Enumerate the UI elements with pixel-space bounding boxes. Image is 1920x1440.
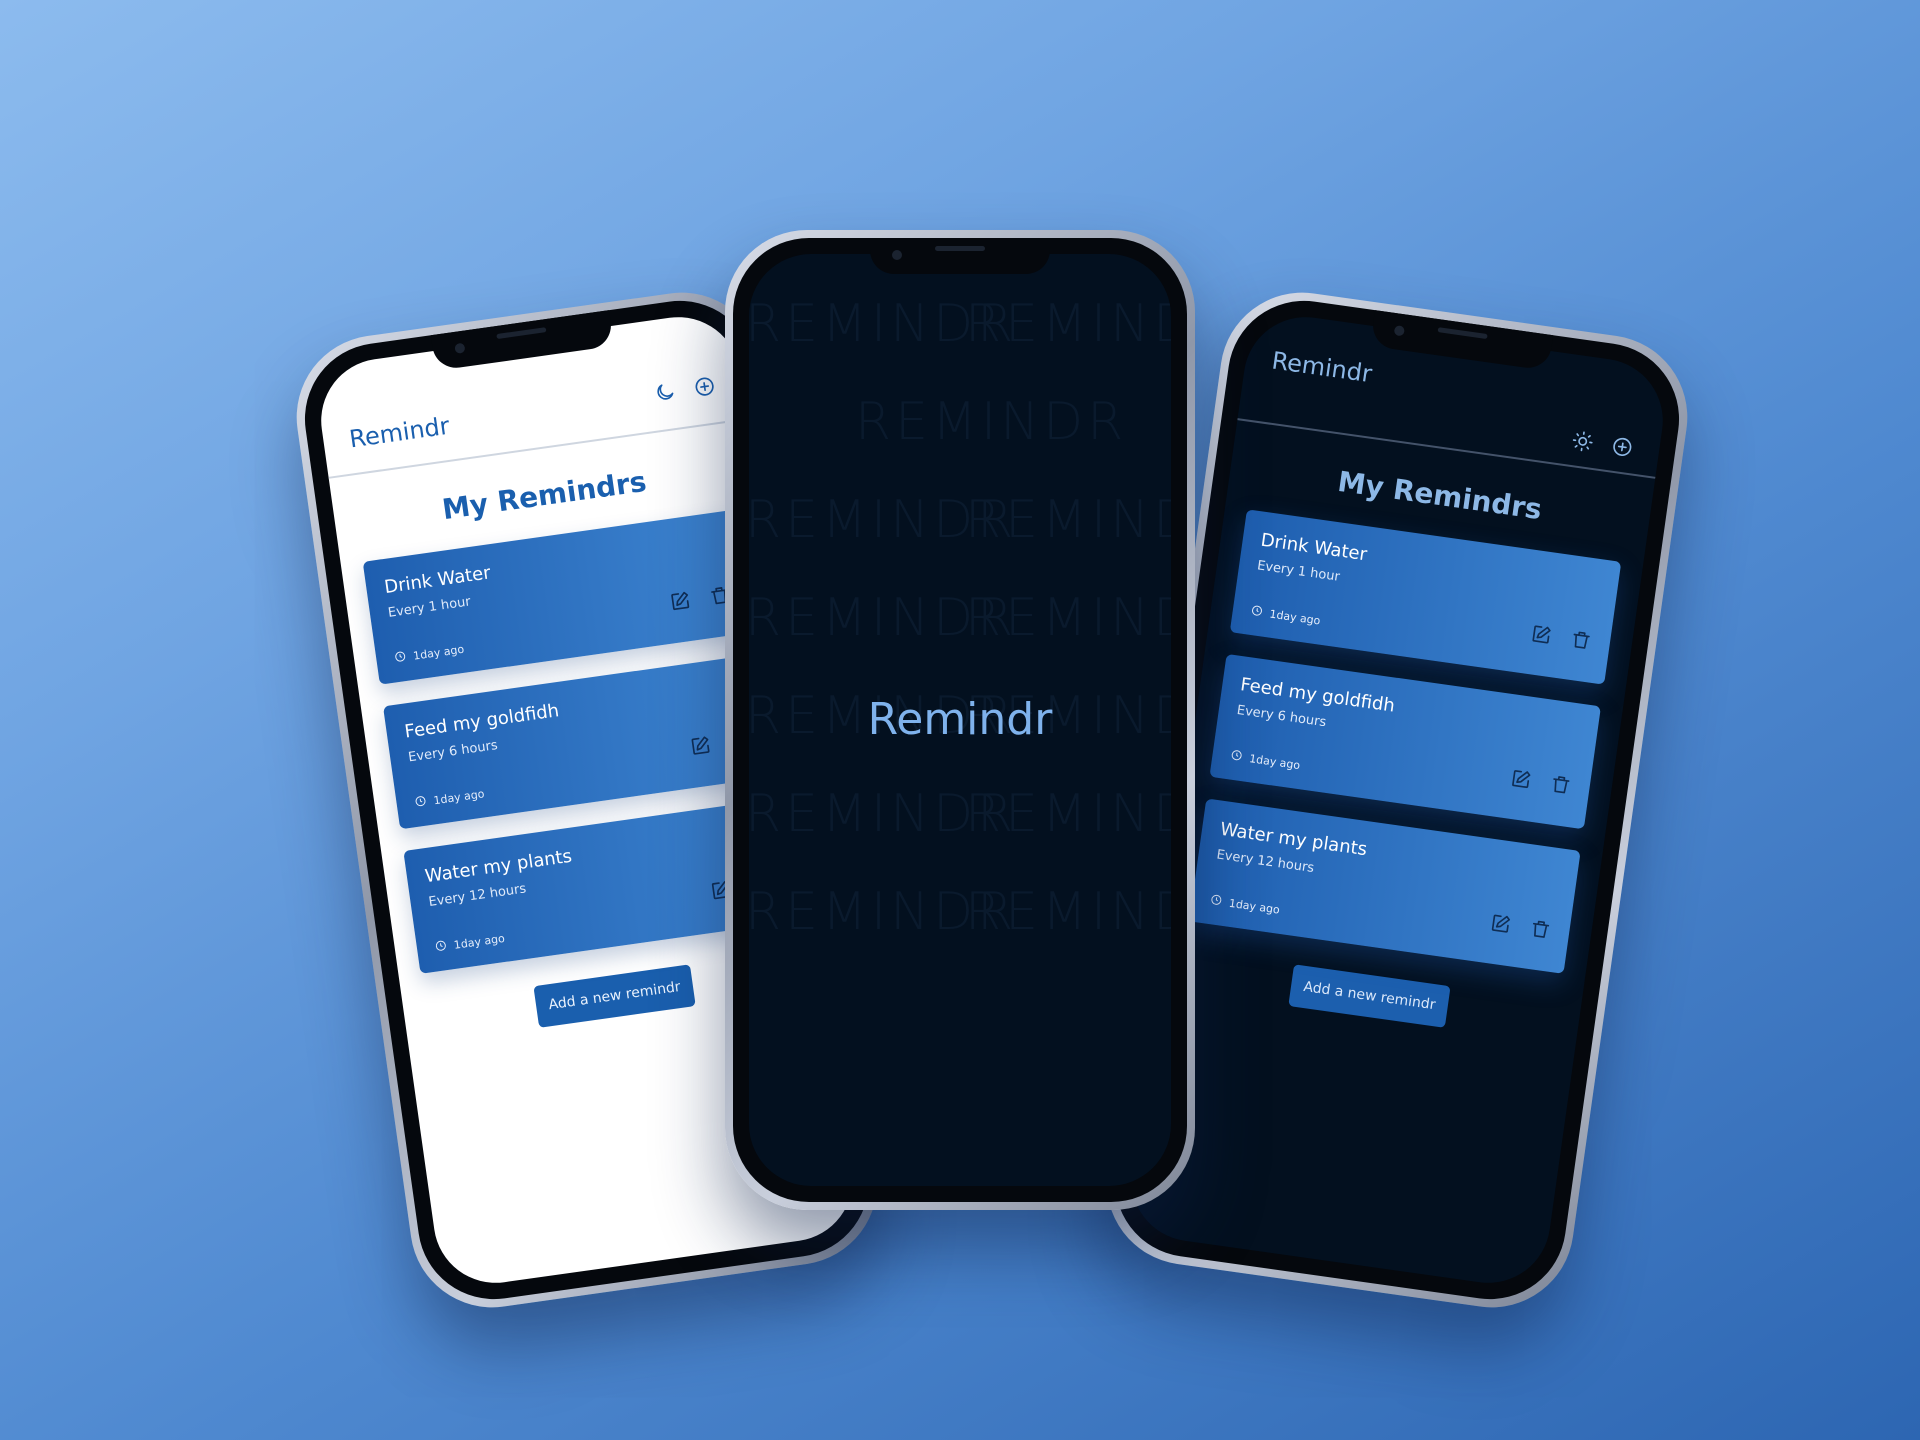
edit-icon[interactable]	[1506, 764, 1535, 793]
reminder-created: 1day ago	[1209, 893, 1281, 918]
edit-icon[interactable]	[1527, 620, 1556, 649]
watermark-text: REMINDR	[965, 882, 1171, 942]
reminder-created: 1day ago	[434, 931, 506, 956]
splash-title: Remindr	[867, 694, 1053, 745]
header-actions	[1568, 427, 1637, 462]
reminder-created-text: 1day ago	[432, 787, 486, 808]
reminder-card[interactable]: Feed my goldfidh Every 6 hours 1day ago	[382, 653, 775, 830]
clock-icon	[434, 939, 448, 956]
trash-icon[interactable]	[1546, 770, 1575, 799]
splash-screen: REMINDR REMINDR REMINDR REMINDR REMINDR …	[749, 254, 1171, 1186]
showcase-scene: Remindr My Remindrs Drink Water Every 1 …	[0, 0, 1920, 1440]
watermark-text: REMINDR	[965, 784, 1171, 844]
trash-icon[interactable]	[1566, 625, 1595, 654]
app-brand: Remindr	[347, 411, 452, 454]
dark-mode-screen: Remindr My Remindrs Drink Water Every 1 …	[1123, 309, 1671, 1291]
clock-icon	[1229, 748, 1243, 765]
phone-bezel: REMINDR REMINDR REMINDR REMINDR REMINDR …	[733, 238, 1187, 1202]
add-reminder-button[interactable]: Add a new remindr	[533, 964, 696, 1028]
plus-circle-icon[interactable]	[1608, 432, 1637, 461]
app-brand: Remindr	[1270, 346, 1374, 389]
reminder-created: 1day ago	[1250, 604, 1322, 629]
watermark-text: REMINDR	[965, 490, 1171, 550]
add-reminder-button[interactable]: Add a new remindr	[1288, 964, 1451, 1028]
reminder-created: 1day ago	[414, 786, 486, 811]
reminder-created-text: 1day ago	[1248, 752, 1301, 773]
moon-icon[interactable]	[650, 377, 679, 406]
reminder-card[interactable]: Drink Water Every 1 hour 1day ago	[1229, 509, 1622, 685]
reminder-list: Drink Water Every 1 hour 1day ago Feed m…	[1167, 506, 1643, 977]
header-actions	[650, 372, 719, 407]
clock-icon	[1209, 893, 1223, 910]
reminder-created-text: 1day ago	[1228, 896, 1281, 917]
watermark-text: REMINDR	[965, 294, 1171, 354]
watermark-text: REMINDR	[855, 392, 1128, 452]
reminder-actions	[1527, 620, 1596, 655]
reminder-actions	[1506, 764, 1575, 799]
edit-icon[interactable]	[1486, 909, 1515, 938]
phone-splash: REMINDR REMINDR REMINDR REMINDR REMINDR …	[725, 230, 1195, 1210]
reminder-created-text: 1day ago	[1268, 607, 1322, 628]
edit-icon[interactable]	[686, 731, 715, 760]
watermark-text: REMINDR	[965, 588, 1171, 648]
reminder-created-text: 1day ago	[412, 642, 465, 663]
clock-icon	[414, 794, 428, 811]
sun-icon[interactable]	[1568, 427, 1597, 456]
edit-icon[interactable]	[666, 586, 695, 615]
phone-notch	[870, 238, 1050, 274]
trash-icon[interactable]	[1526, 915, 1555, 944]
reminder-created: 1day ago	[1229, 748, 1301, 773]
clock-icon	[393, 650, 407, 667]
reminder-actions	[1486, 909, 1555, 944]
reminder-card[interactable]: Drink Water Every 1 hour 1day ago	[362, 509, 755, 685]
reminder-card[interactable]: Water my plants Every 12 hours 1day ago	[1189, 798, 1581, 974]
reminder-created-text: 1day ago	[453, 931, 506, 952]
reminder-card[interactable]: Feed my goldfidh Every 6 hours 1day ago	[1209, 653, 1602, 830]
plus-circle-icon[interactable]	[690, 372, 719, 401]
reminder-created: 1day ago	[393, 642, 465, 667]
clock-icon	[1250, 604, 1264, 621]
